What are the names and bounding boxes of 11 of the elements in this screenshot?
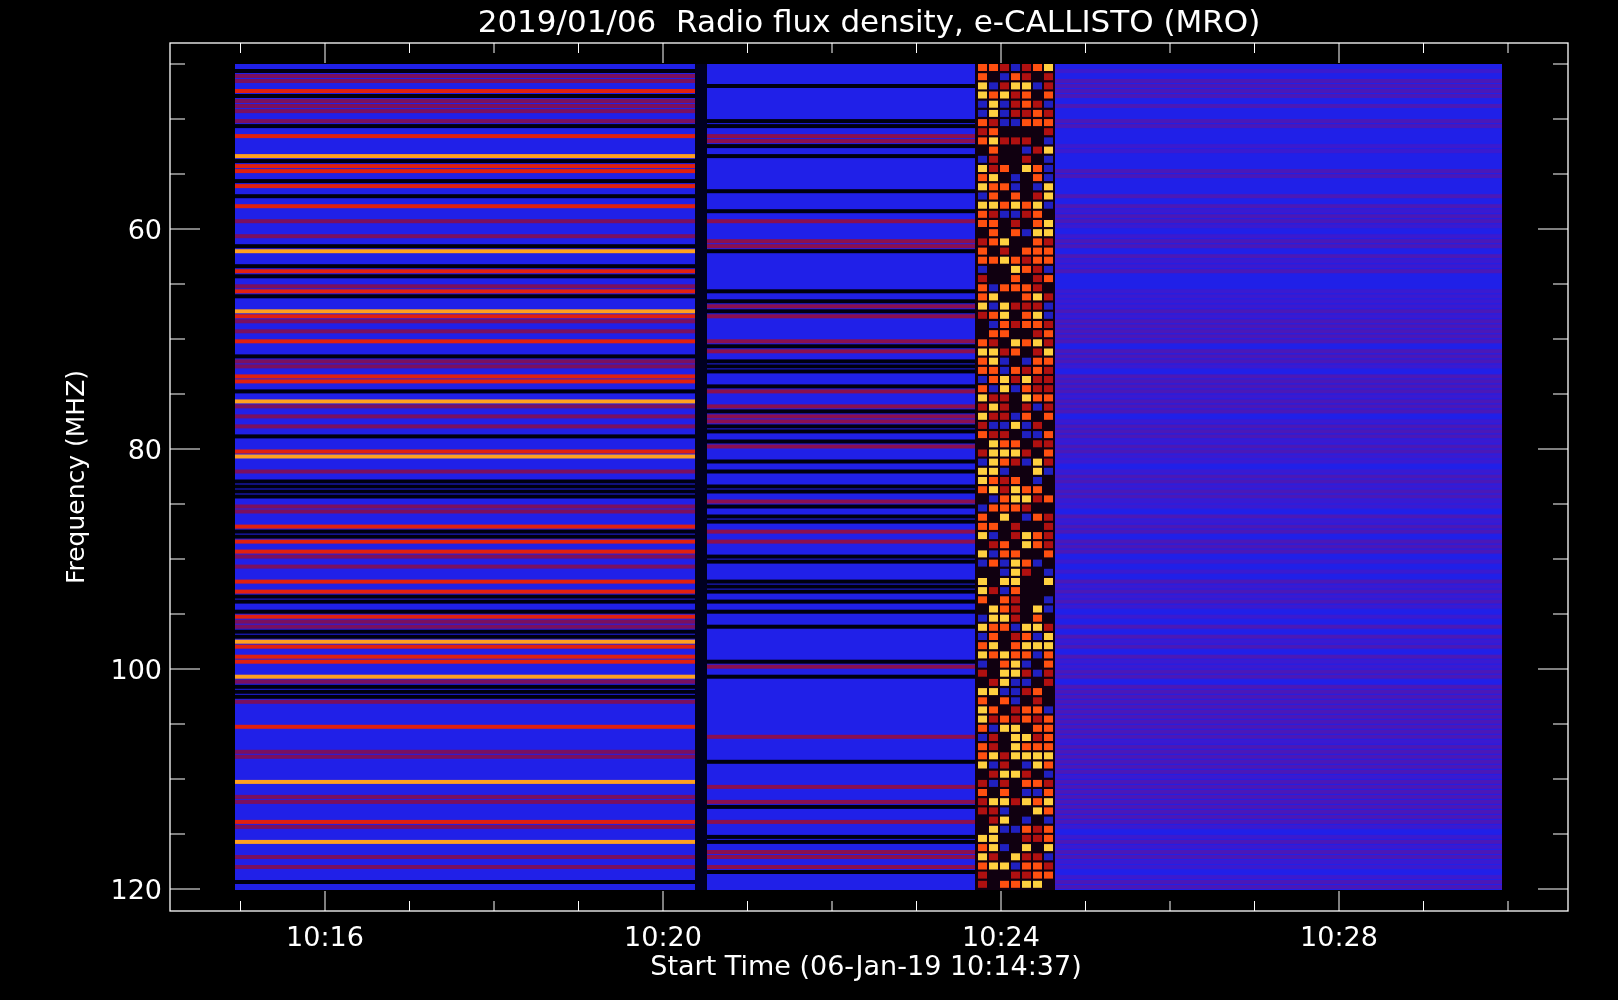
tick-label: 10:28 xyxy=(1300,921,1378,952)
tick-label: 60 xyxy=(127,214,162,245)
axis-label: Start Time (06-Jan-19 10:14:37) xyxy=(650,950,1082,981)
tick-label: 10:16 xyxy=(286,921,364,952)
tick-label: 80 xyxy=(127,434,162,465)
tick-label: 10:20 xyxy=(624,921,702,952)
tick-label: 100 xyxy=(110,654,162,685)
axis-label: Frequency (MHZ) xyxy=(61,369,90,585)
tick-label: 10:24 xyxy=(962,921,1040,952)
tick-label: 120 xyxy=(110,874,162,905)
plot-title: 2019/01/06 Radio flux density, e-CALLISTO (MRO) xyxy=(477,3,1261,39)
